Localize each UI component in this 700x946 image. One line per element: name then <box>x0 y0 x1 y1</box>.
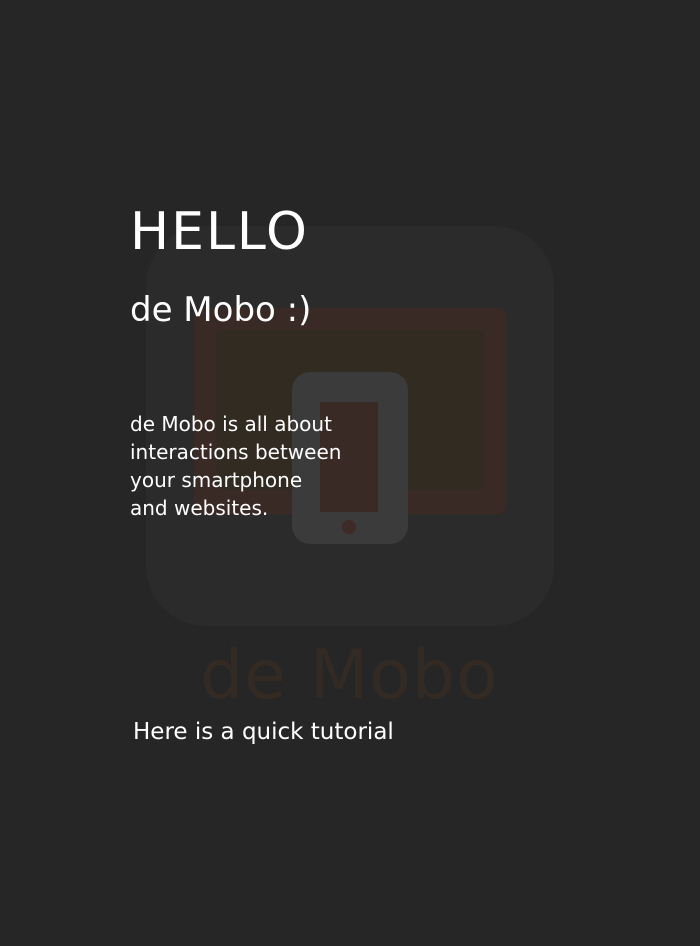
description-line: and websites. <box>130 496 269 520</box>
background-logo-text: de Mobo <box>200 636 499 715</box>
description-line: interactions between <box>130 440 342 464</box>
description-line: de Mobo is all about <box>130 412 332 436</box>
page-title: HELLO <box>130 202 309 262</box>
page-subtitle: de Mobo :) <box>130 290 312 330</box>
description-line: your smartphone <box>130 468 303 492</box>
tutorial-link[interactable]: Here is a quick tutorial <box>133 716 394 748</box>
logo-phone-button <box>342 520 356 534</box>
description: de Mobo is all about interactions betwee… <box>130 410 390 522</box>
